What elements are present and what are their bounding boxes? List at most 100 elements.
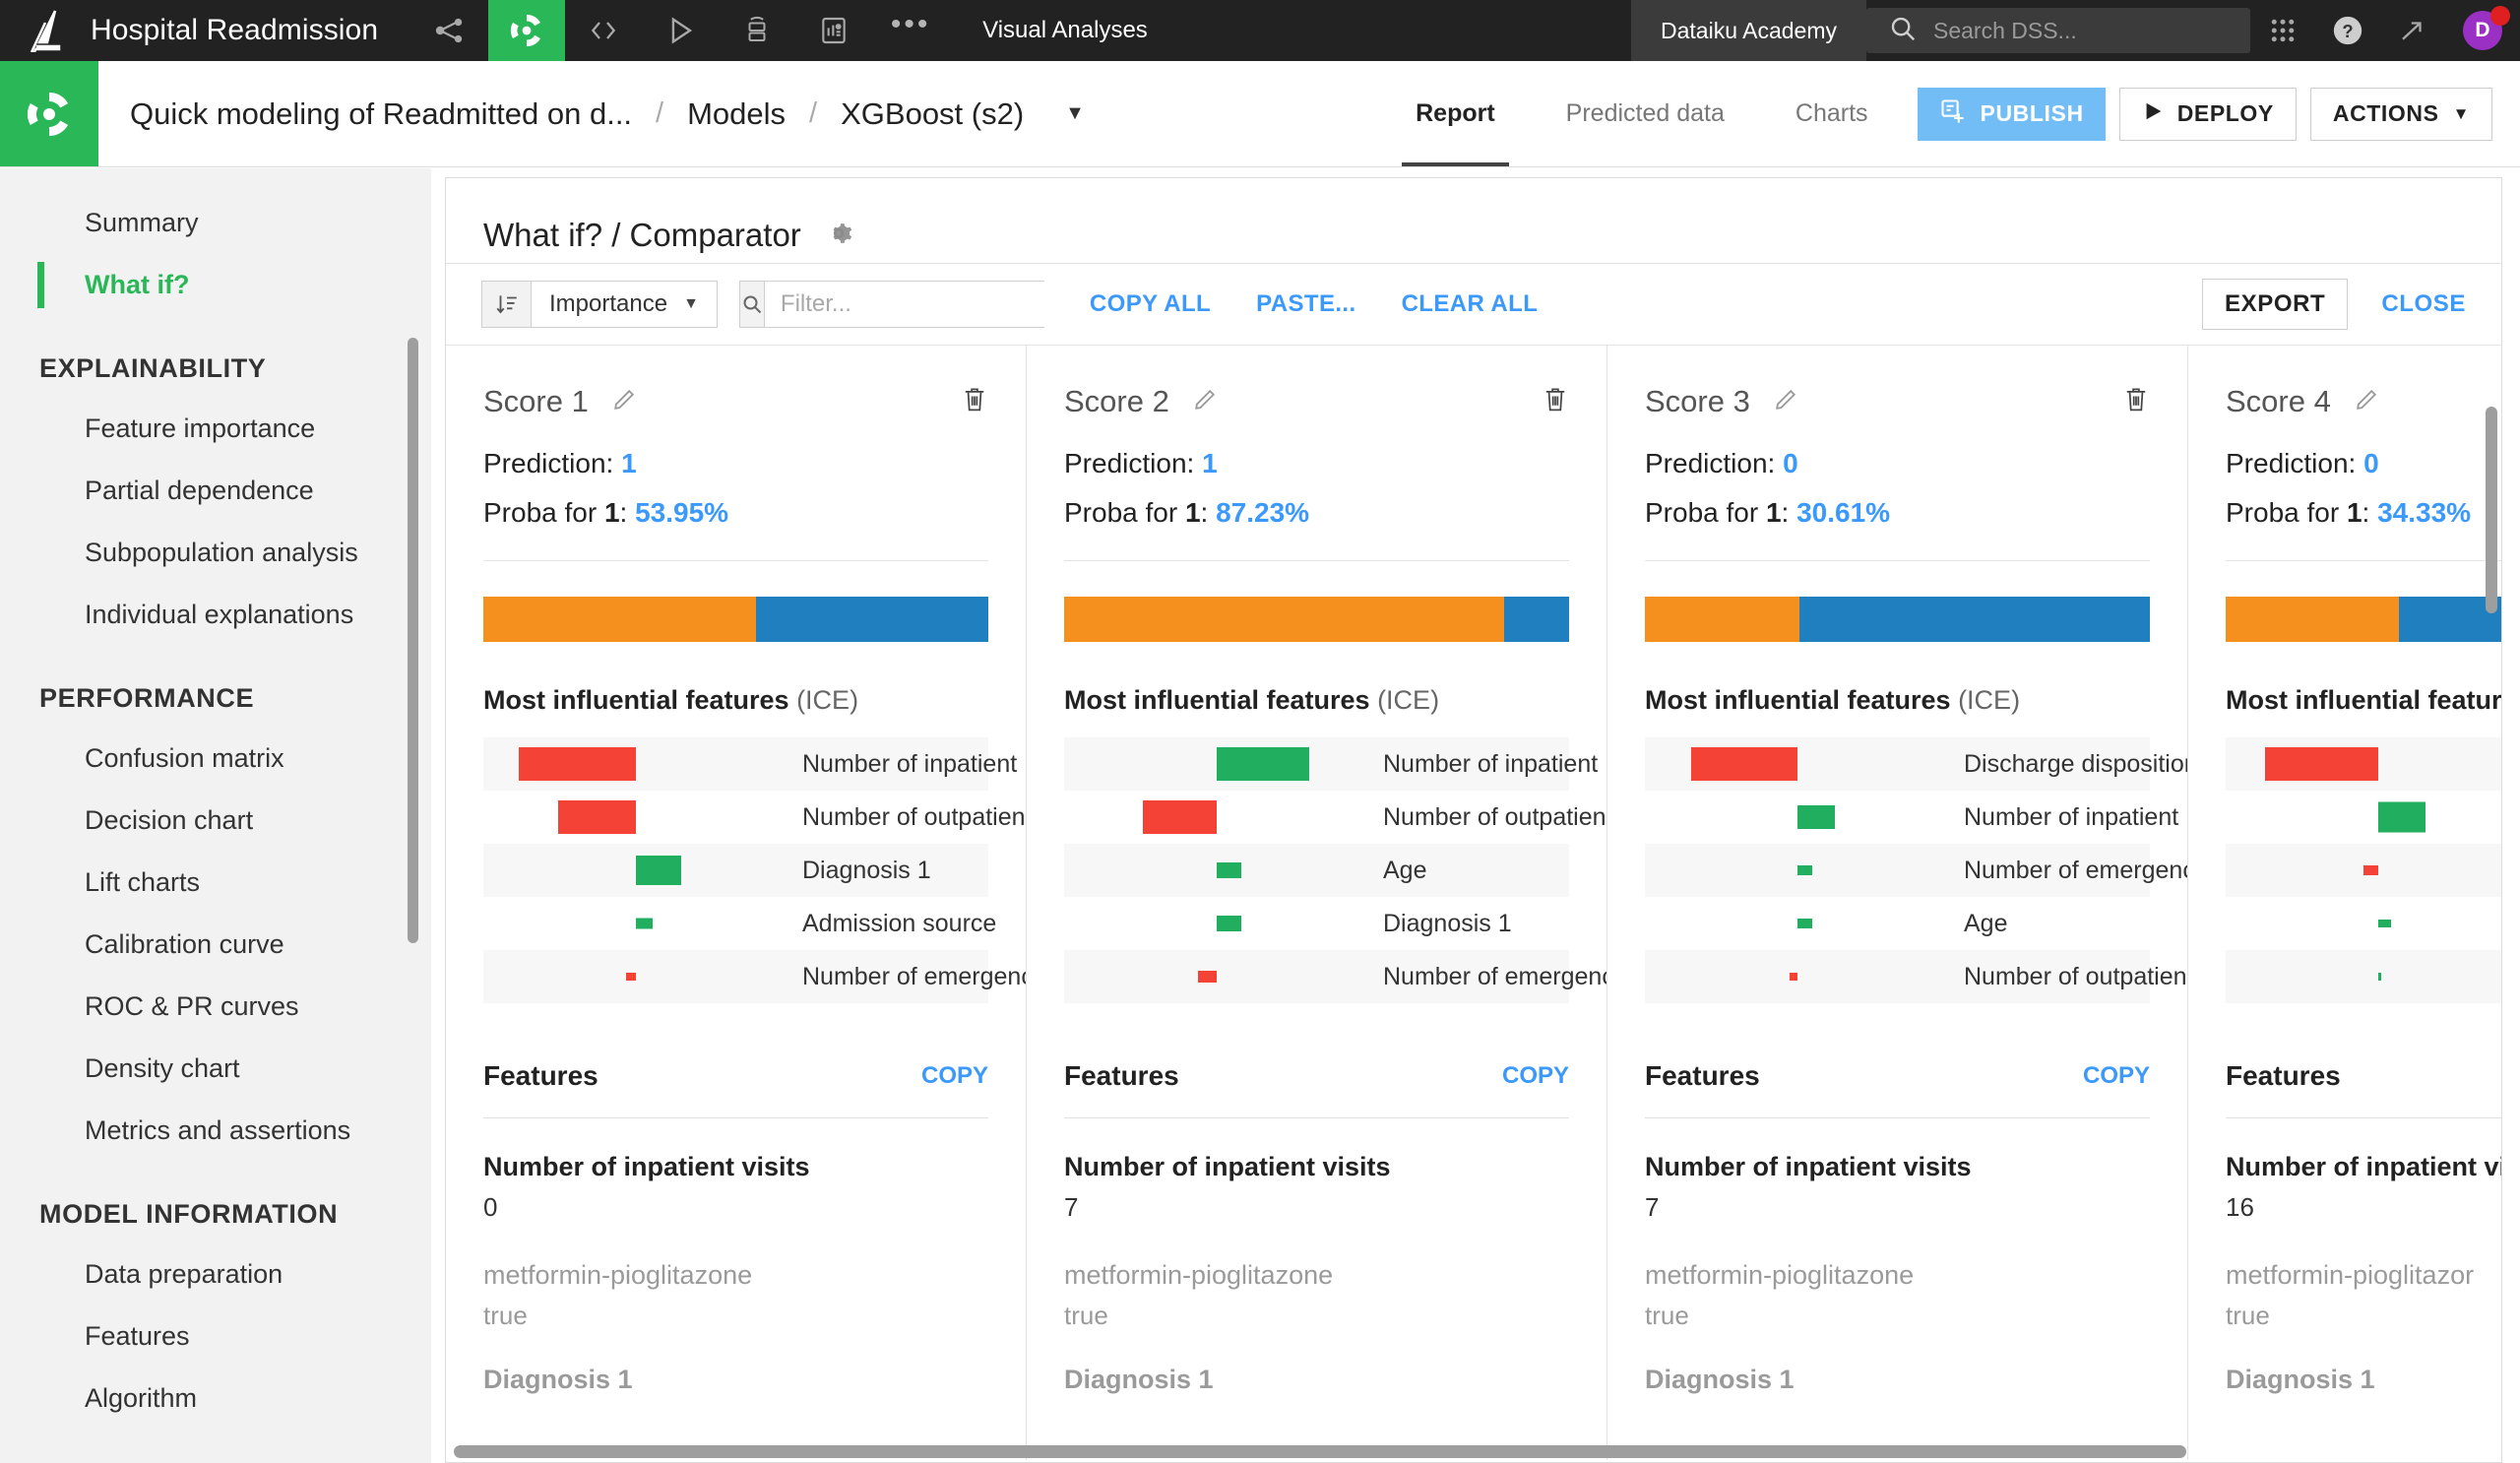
ice-feature-list: Number of inpatient Number of outpatien … <box>483 737 1026 1003</box>
cards-vertical-scrollbar[interactable] <box>2486 407 2497 613</box>
ice-bar-chart <box>483 791 788 844</box>
deploy-button[interactable]: DEPLOY <box>2118 87 2297 141</box>
global-search[interactable]: Search DSS... <box>1866 8 2250 53</box>
dashboard-icon[interactable] <box>795 0 872 61</box>
academy-link[interactable]: Dataiku Academy <box>1631 0 1866 61</box>
features-title: Features <box>1645 1060 1760 1091</box>
ice-bar <box>1217 862 1241 878</box>
breadcrumb-models[interactable]: Models <box>687 96 786 132</box>
ice-feature-label: Number of emergenc <box>1964 856 2188 884</box>
sidebar-section-heading: MODEL INFORMATION <box>39 1199 339 1229</box>
filter-input[interactable] <box>764 282 1102 327</box>
sidebar-item-label: Algorithm <box>85 1383 198 1413</box>
dss-home-logo[interactable] <box>0 0 91 61</box>
close-button[interactable]: CLOSE <box>2381 290 2466 318</box>
ice-bar <box>636 918 653 929</box>
tab-report[interactable]: Report <box>1380 61 1531 166</box>
delete-score-icon[interactable] <box>961 385 988 419</box>
report-sidebar[interactable]: Summary What if? EXPLAINABILITY Feature … <box>0 168 431 1463</box>
sidebar-item-what-if[interactable]: What if? <box>0 254 431 316</box>
sidebar-item-lift-charts[interactable]: Lift charts <box>0 852 431 914</box>
copy-features-button[interactable]: COPY <box>1502 1062 1569 1090</box>
prediction-value: 1 <box>621 448 637 478</box>
breadcrumb-analysis[interactable]: Quick modeling of Readmitted on d... <box>130 96 632 132</box>
jobs-icon[interactable] <box>719 0 795 61</box>
chevron-down-icon[interactable]: ▼ <box>1065 102 1085 125</box>
ice-feature-label: Number of emergenc <box>802 962 1027 990</box>
sidebar-item-features[interactable]: Features <box>0 1305 431 1368</box>
sidebar-item-algorithm[interactable]: Algorithm <box>0 1368 431 1430</box>
more-icon[interactable]: ••• <box>872 0 949 61</box>
probability-stacked-bar <box>1645 597 2150 642</box>
notification-badge[interactable] <box>2490 6 2510 26</box>
ice-feature-label: Number of inpatient <box>802 749 1018 778</box>
edit-pencil-icon[interactable] <box>610 386 638 418</box>
ice-bar <box>1691 747 1797 781</box>
delete-score-icon[interactable] <box>2122 385 2150 419</box>
flow-icon[interactable] <box>411 0 488 61</box>
ice-bar <box>2265 747 2378 781</box>
edit-pencil-icon[interactable] <box>1191 386 1219 418</box>
search-input[interactable]: Search DSS... <box>1933 18 2077 44</box>
sidebar-item-feature-importance[interactable]: Feature importance <box>0 398 431 460</box>
sidebar-item-metrics-and-assertions[interactable]: Metrics and assertions <box>0 1100 431 1162</box>
cards-horizontal-scrollbar[interactable] <box>454 1445 2186 1458</box>
proba-value: 30.61% <box>1796 497 1891 528</box>
sort-control[interactable]: Importance ▼ <box>481 281 718 328</box>
help-icon[interactable]: ? <box>2315 0 2380 61</box>
copy-all-button[interactable]: COPY ALL <box>1090 290 1211 318</box>
sidebar-item-decision-chart[interactable]: Decision chart <box>0 790 431 852</box>
copy-features-button[interactable]: COPY <box>2083 1062 2150 1090</box>
sort-descending-icon[interactable] <box>482 282 532 327</box>
features-section-header: Features COPY <box>483 1060 988 1092</box>
proba-label-class: 1 <box>2346 497 2362 528</box>
filter-control[interactable] <box>738 281 1102 328</box>
proba-segment-class1 <box>1504 597 1569 642</box>
ice-feature-label: Number of outpatien <box>1383 802 1606 831</box>
tab-predicted-data[interactable]: Predicted data <box>1531 61 1760 166</box>
sidebar-item-summary[interactable]: Summary <box>0 192 431 254</box>
gear-icon[interactable] <box>823 218 854 254</box>
sort-value[interactable]: Importance ▼ <box>532 282 717 327</box>
ice-feature-label: Diagnosis 1 <box>802 856 931 884</box>
sidebar-item-confusion-matrix[interactable]: Confusion matrix <box>0 728 431 790</box>
paste-button[interactable]: PASTE... <box>1256 290 1355 318</box>
proba-label-class: 1 <box>1184 497 1201 528</box>
sidebar-scrollbar[interactable] <box>408 338 418 943</box>
breadcrumb-model[interactable]: XGBoost (s2) <box>841 96 1024 132</box>
play-icon[interactable] <box>642 0 719 61</box>
play-triangle-icon <box>2142 99 2164 129</box>
sidebar-item-density-chart[interactable]: Density chart <box>0 1038 431 1100</box>
top-navigation-bar: Hospital Readmission ••• Visual Analyses… <box>0 0 2520 61</box>
ice-feature-label: Discharge disposition <box>1964 749 2188 778</box>
copy-features-button[interactable]: COPY <box>921 1062 988 1090</box>
clear-all-button[interactable]: CLEAR ALL <box>1402 290 1539 318</box>
project-name[interactable]: Hospital Readmission <box>91 0 411 61</box>
sidebar-item-roc-pr-curves[interactable]: ROC & PR curves <box>0 976 431 1038</box>
feature-name: Number of inpatient visits <box>1645 1152 1972 1181</box>
sidebar-item-calibration-curve[interactable]: Calibration curve <box>0 914 431 976</box>
tab-charts[interactable]: Charts <box>1760 61 1904 166</box>
sidebar-item-label: What if? <box>85 270 190 299</box>
prediction-value: 0 <box>2363 448 2379 478</box>
ice-bar-chart <box>483 950 788 1003</box>
actions-button[interactable]: ACTIONS ▼ <box>2309 87 2492 141</box>
delete-score-icon[interactable] <box>1542 385 1569 419</box>
export-button[interactable]: EXPORT <box>2202 279 2349 330</box>
features-title: Features <box>483 1060 598 1091</box>
sidebar-item-individual-explanations[interactable]: Individual explanations <box>0 584 431 646</box>
dataiku-logo-icon[interactable] <box>488 0 566 61</box>
trends-icon[interactable] <box>2380 0 2445 61</box>
publish-button[interactable]: PUBLISH <box>1917 87 2106 141</box>
sidebar-item-subpopulation-analysis[interactable]: Subpopulation analysis <box>0 522 431 584</box>
code-icon[interactable] <box>565 0 642 61</box>
apps-grid-icon[interactable] <box>2250 0 2315 61</box>
sidebar-item-data-preparation[interactable]: Data preparation <box>0 1243 431 1305</box>
score-card-header: Score 2 <box>1064 373 1569 430</box>
edit-pencil-icon[interactable] <box>2353 386 2380 418</box>
user-avatar-wrapper[interactable]: D <box>2445 0 2520 61</box>
features-rule <box>2226 1117 2501 1118</box>
sidebar-item-partial-dependence[interactable]: Partial dependence <box>0 460 431 522</box>
score-card-title: Score 4 <box>2226 384 2331 418</box>
edit-pencil-icon[interactable] <box>1772 386 1799 418</box>
